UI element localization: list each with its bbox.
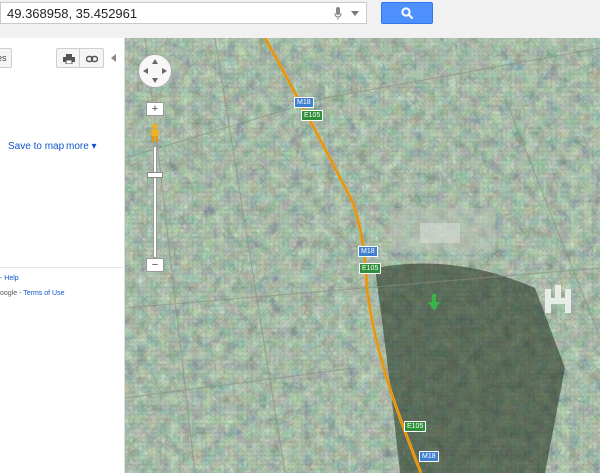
pan-control[interactable] — [138, 54, 172, 88]
dropdown-caret-icon[interactable] — [351, 11, 359, 16]
location-arrow-icon[interactable] — [428, 294, 440, 312]
microphone-icon[interactable] — [334, 7, 342, 20]
zoom-slider-handle[interactable] — [147, 172, 163, 178]
help-link[interactable]: Help — [4, 275, 18, 282]
print-button[interactable] — [56, 48, 80, 68]
road-label-m18: M18 — [294, 97, 314, 108]
zoom-control: + − — [146, 102, 164, 272]
zoom-in-button[interactable]: + — [146, 102, 164, 116]
footer-line-2-prefix: oogle - — [0, 290, 24, 297]
search-box — [0, 2, 367, 24]
search-button[interactable] — [381, 2, 433, 24]
footer-line-2: oogle - Terms of Use — [0, 290, 64, 297]
road-label-e105: E105 — [404, 421, 427, 432]
road-label-m18: M18 — [419, 451, 439, 462]
directions-button-label: es — [0, 53, 7, 63]
pegman-icon[interactable] — [149, 123, 161, 143]
road-label-e105: E105 — [359, 263, 382, 274]
zoom-out-button[interactable]: − — [146, 258, 164, 272]
link-button[interactable] — [80, 48, 104, 68]
building-h-shape — [545, 285, 571, 313]
top-bar — [0, 0, 600, 39]
road-label-m18: M18 — [358, 246, 378, 257]
more-link[interactable]: more ▾ — [66, 141, 97, 152]
save-to-map-link[interactable]: Save to map — [8, 141, 64, 152]
collapse-panel-icon[interactable] — [111, 54, 116, 62]
left-panel: es Save to map more ▾ - Help oogle - Ter… — [0, 38, 125, 473]
pan-arrows-icon — [143, 59, 167, 83]
directions-button[interactable]: es — [0, 48, 12, 68]
footer-line-1: - Help — [0, 275, 19, 282]
search-input[interactable] — [7, 5, 327, 21]
zoom-slider-track[interactable] — [153, 146, 157, 258]
print-icon — [63, 54, 75, 64]
search-icon — [401, 7, 414, 20]
panel-divider — [0, 267, 123, 268]
terms-of-use-link[interactable]: Terms of Use — [23, 290, 64, 297]
link-icon — [86, 55, 98, 63]
satellite-map[interactable]: M18 E105 M18 E105 E105 M18 + − — [125, 38, 600, 473]
road-label-e105: E105 — [301, 110, 324, 121]
